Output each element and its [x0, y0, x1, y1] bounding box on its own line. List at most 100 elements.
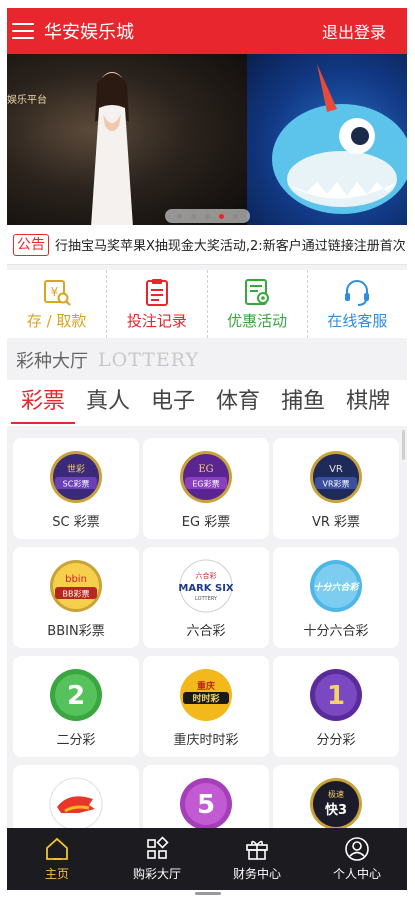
tab-slots[interactable]: 电子 [151, 380, 195, 426]
quick-actions: ¥ 存 / 取款 投注记录 优惠活动 在线客服 [7, 270, 407, 338]
grid-icon [147, 836, 169, 859]
fish-illustration [272, 64, 407, 214]
bet-records-button[interactable]: 投注记录 [107, 270, 208, 338]
deposit-withdraw-button[interactable]: ¥ 存 / 取款 [7, 270, 108, 338]
home-indicator[interactable] [195, 892, 221, 895]
game-label: VR 彩票 [311, 515, 361, 530]
bbin-lottery-logo-icon: bbin BB彩票 [50, 560, 102, 612]
game-label: EG 彩票 [181, 515, 231, 530]
svg-text:BB彩票: BB彩票 [63, 589, 90, 599]
announcement-text: 行抽宝马奖苹果X抽现金大奖活动,2:新客户通过链接注册首次 [55, 239, 406, 254]
hostess-illustration [91, 72, 133, 225]
user-icon [345, 837, 369, 861]
nav-profile[interactable]: 个人中心 [307, 828, 407, 890]
promo-doc-icon [245, 279, 270, 305]
nav-finance[interactable]: 财务中心 [207, 828, 307, 890]
banner-slide-fish [247, 54, 407, 225]
game-label: 十分六合彩 [303, 624, 369, 639]
fenfen-lottery-logo-icon: 1 [310, 669, 362, 721]
game-card-two-min[interactable]: 2 二分彩 [13, 656, 139, 757]
cqssc-logo-icon: 重庆 时时彩 [180, 669, 232, 721]
lottery-section-heading: 彩种大厅 LOTTERY [7, 340, 407, 380]
game-label: 六合彩 [186, 624, 226, 639]
customer-service-label: 在线客服 [327, 312, 388, 330]
svg-text:LOTTERY: LOTTERY [195, 596, 218, 602]
eg-lottery-logo-icon: EG EG彩票 [180, 451, 232, 503]
carousel-dot[interactable] [191, 213, 197, 219]
game-grid: 世彩 SC彩票 SC 彩票 EG EG彩票 EG 彩票 VR VR彩票 VR 彩… [13, 438, 399, 866]
logout-button[interactable]: 退出登录 [322, 19, 386, 43]
app-frame: 华安娱乐城 退出登录 娱乐平台 公告 行抽宝马奖苹果X抽现金大奖活动,2:新客户… [7, 8, 407, 890]
top-header: 华安娱乐城 退出登录 [7, 8, 407, 54]
svg-text:极速: 极速 [328, 789, 344, 799]
bottom-navigation: 主页 购彩大厅 财务中心 个人中心 [7, 828, 407, 890]
nav-lottery-hall-label: 购彩大厅 [132, 867, 181, 881]
tab-cards[interactable]: 棋牌 [346, 380, 390, 426]
game-card-eg[interactable]: EG EG彩票 EG 彩票 [143, 438, 269, 539]
customer-service-button[interactable]: 在线客服 [308, 270, 407, 338]
menu-icon[interactable] [12, 23, 34, 39]
promotions-button[interactable]: 优惠活动 [208, 270, 308, 338]
vr-lottery-logo-icon: VR VR彩票 [310, 451, 362, 503]
mark-six-logo-icon: 六合彩 MARK SIX LOTTERY [179, 559, 233, 613]
home-icon [46, 837, 68, 860]
svg-text:快3: 快3 [325, 802, 347, 818]
svg-text:EG: EG [198, 464, 213, 475]
game-card-cqssc[interactable]: 重庆 时时彩 重庆时时彩 [143, 656, 269, 757]
sc-lottery-logo-icon: 世彩 SC彩票 [50, 451, 102, 503]
svg-text:SC彩票: SC彩票 [63, 479, 90, 489]
game-label: BBIN彩票 [47, 624, 105, 639]
carousel-dot[interactable] [177, 213, 183, 219]
tab-sports[interactable]: 体育 [216, 380, 260, 426]
announcement-badge: 公告 [13, 233, 49, 256]
svg-text:¥: ¥ [50, 285, 58, 299]
svg-text:MARK SIX: MARK SIX [179, 583, 233, 594]
svg-text:VR彩票: VR彩票 [322, 479, 349, 489]
app-title: 华安娱乐城 [44, 22, 134, 43]
game-card-sc[interactable]: 世彩 SC彩票 SC 彩票 [13, 438, 139, 539]
carousel-dots[interactable] [165, 209, 250, 223]
svg-text:2: 2 [67, 681, 85, 711]
headset-icon [345, 280, 370, 306]
game-label: 分分彩 [316, 733, 356, 748]
game-card-tenmin-six[interactable]: 十分六合彩 十分六合彩 [273, 547, 399, 648]
tab-fishing[interactable]: 捕鱼 [281, 380, 325, 426]
game-label: 二分彩 [56, 733, 96, 748]
k3-logo-icon: 极速 快3 [310, 778, 362, 830]
game-card-fenfen[interactable]: 1 分分彩 [273, 656, 399, 757]
nav-home-label: 主页 [44, 867, 69, 881]
scrollbar[interactable] [402, 430, 405, 460]
carousel-dot[interactable] [204, 213, 210, 219]
banner-sign-text: 娱乐平台 [7, 95, 47, 106]
tab-lottery[interactable]: 彩票 [10, 380, 76, 426]
racing-logo-icon [49, 777, 103, 831]
gift-icon [246, 840, 268, 860]
promo-banner[interactable]: 娱乐平台 [7, 54, 407, 225]
game-card-marksix[interactable]: 六合彩 MARK SIX LOTTERY 六合彩 [143, 547, 269, 648]
game-card-bbin[interactable]: bbin BB彩票 BBIN彩票 [13, 547, 139, 648]
carousel-dot[interactable] [232, 213, 238, 219]
game-label: 重庆时时彩 [173, 733, 239, 748]
nav-home[interactable]: 主页 [7, 828, 107, 890]
svg-text:六合彩: 六合彩 [196, 571, 217, 580]
tab-live[interactable]: 真人 [86, 380, 130, 426]
svg-text:EG彩票: EG彩票 [192, 479, 219, 489]
promotions-label: 优惠活动 [227, 312, 288, 330]
svg-text:5: 5 [197, 790, 215, 820]
bet-records-label: 投注记录 [126, 312, 187, 330]
two-min-lottery-logo-icon: 2 [50, 669, 102, 721]
svg-text:世彩: 世彩 [67, 463, 85, 475]
svg-text:VR: VR [329, 464, 343, 475]
banner-slide-casino: 娱乐平台 [7, 54, 247, 225]
svg-text:时时彩: 时时彩 [192, 693, 219, 705]
wallet-search-icon: ¥ [43, 280, 71, 306]
clipboard-icon [145, 279, 168, 306]
svg-text:重庆: 重庆 [197, 680, 215, 692]
carousel-dot-active[interactable] [218, 213, 224, 219]
nav-lottery-hall[interactable]: 购彩大厅 [107, 828, 207, 890]
deposit-withdraw-label: 存 / 取款 [26, 312, 87, 330]
announcement-bar[interactable]: 公告 行抽宝马奖苹果X抽现金大奖活动,2:新客户通过链接注册首次 [7, 225, 407, 265]
section-title-en: LOTTERY [98, 349, 200, 371]
game-card-vr[interactable]: VR VR彩票 VR 彩票 [273, 438, 399, 539]
svg-text:bbin: bbin [65, 574, 87, 585]
